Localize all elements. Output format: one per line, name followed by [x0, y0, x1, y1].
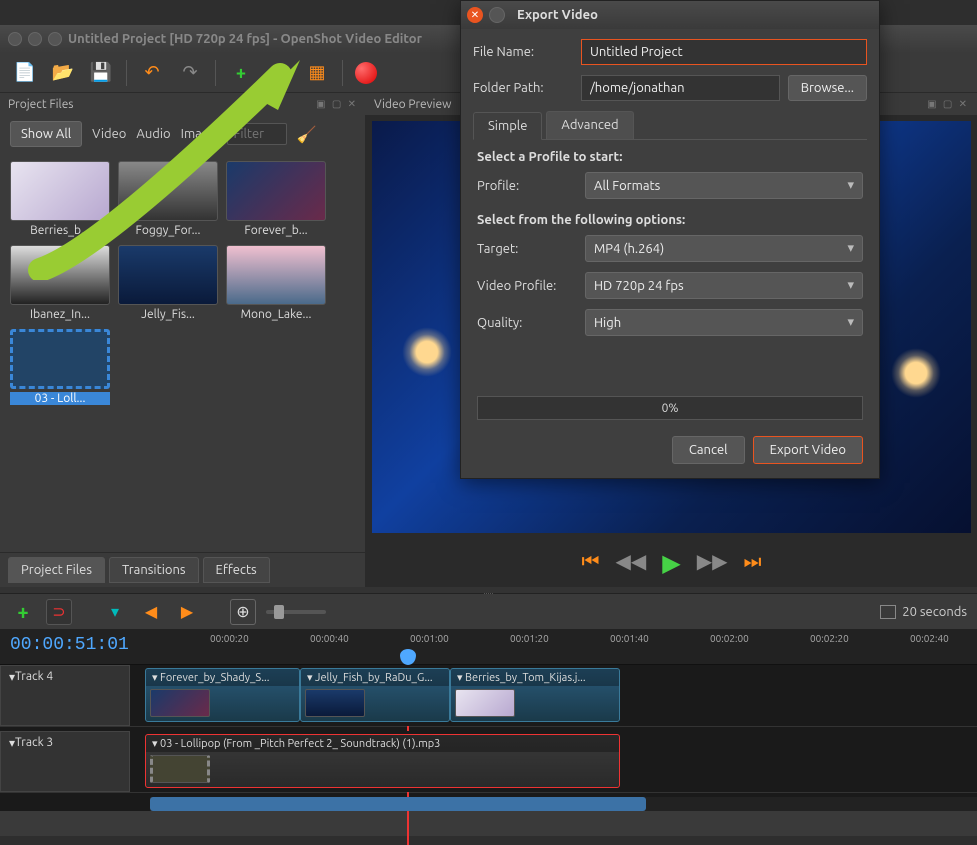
timeline-toolbar: + ⊃ ▾ ◀ ▶ ⊕ 20 seconds: [0, 593, 977, 629]
jump-start-icon[interactable]: ⏮: [582, 549, 600, 577]
tab-transitions[interactable]: Transitions: [109, 557, 199, 583]
track-row: ▾ Track 3 ▾ 03 - Lollipop (From _Pitch P…: [0, 731, 977, 793]
file-name-label: File Name:: [473, 45, 573, 59]
filter-input[interactable]: [227, 123, 287, 145]
playhead[interactable]: [400, 649, 416, 665]
marker-dropdown-icon[interactable]: ▾: [102, 599, 128, 625]
video-clip[interactable]: ▾ Forever_by_Shady_S...: [145, 668, 300, 722]
close-icon[interactable]: ✕: [467, 7, 483, 23]
project-thumbnail[interactable]: 03 - Loll...: [10, 329, 110, 405]
tab-advanced[interactable]: Advanced: [546, 111, 633, 139]
timecode: 00:00:51:01: [10, 635, 129, 655]
project-thumbnail[interactable]: Ibanez_In...: [10, 245, 110, 321]
ruler-tick: 00:01:40: [610, 633, 649, 644]
tab-simple[interactable]: Simple: [473, 112, 542, 140]
timeline-tracks: ▾ Track 4 ▾ Forever_by_Shady_S... ▾ Jell…: [0, 665, 977, 811]
show-all-button[interactable]: Show All: [10, 121, 82, 147]
project-thumbnail[interactable]: Forever_b...: [226, 161, 326, 237]
export-progress: 0%: [477, 396, 863, 420]
quality-label: Quality:: [477, 316, 577, 330]
video-filter[interactable]: Video: [92, 127, 126, 141]
project-thumbnail[interactable]: Jelly_Fis...: [118, 245, 218, 321]
profile-section-header: Select a Profile to start:: [477, 150, 863, 164]
quality-select[interactable]: High: [585, 309, 863, 336]
ruler-tick: 00:02:20: [810, 633, 849, 644]
file-name-input[interactable]: [581, 39, 867, 65]
track-header[interactable]: ▾ Track 4: [0, 665, 130, 726]
panel-controls-icon[interactable]: ▣ ▢ ✕: [927, 98, 969, 110]
minimize-icon[interactable]: [28, 32, 42, 46]
project-thumbnail[interactable]: Berries_b...: [10, 161, 110, 237]
ruler-tick: 00:01:20: [510, 633, 549, 644]
project-files-header: Project Files ▣ ▢ ✕: [0, 93, 366, 115]
open-project-icon[interactable]: 📂: [50, 60, 76, 86]
ruler-tick: 00:02:00: [710, 633, 749, 644]
options-section-header: Select from the following options:: [477, 213, 863, 227]
fast-forward-icon[interactable]: ▶▶: [697, 549, 728, 577]
close-icon[interactable]: [8, 32, 22, 46]
dialog-title: Export Video: [517, 8, 598, 22]
track-row: ▾ Track 4 ▾ Forever_by_Shady_S... ▾ Jell…: [0, 665, 977, 727]
zoom-slider[interactable]: [266, 610, 326, 614]
profile-label: Profile:: [477, 179, 577, 193]
ruler-tick: 00:00:20: [210, 633, 249, 644]
undo-icon[interactable]: ↶: [139, 60, 165, 86]
fullscreen-icon[interactable]: ▦: [304, 60, 330, 86]
track-header[interactable]: ▾ Track 3: [0, 731, 130, 792]
export-dialog: ✕ Export Video File Name: Folder Path: B…: [460, 0, 880, 479]
panel-controls-icon[interactable]: ▣ ▢ ✕: [316, 98, 358, 110]
new-project-icon[interactable]: 📄: [12, 60, 38, 86]
export-icon[interactable]: [355, 62, 377, 84]
project-files-title: Project Files: [8, 98, 74, 111]
tab-effects[interactable]: Effects: [203, 557, 270, 583]
next-marker-icon[interactable]: ▶: [174, 599, 200, 625]
clear-filter-icon[interactable]: 🧹: [297, 125, 317, 144]
ruler-tick: 00:00:40: [310, 633, 349, 644]
prev-marker-icon[interactable]: ◀: [138, 599, 164, 625]
cancel-button[interactable]: Cancel: [672, 436, 745, 464]
target-select[interactable]: MP4 (h.264): [585, 235, 863, 262]
video-profile-label: Video Profile:: [477, 279, 577, 293]
ruler-tick: 00:02:40: [910, 633, 949, 644]
play-icon[interactable]: ▶: [662, 549, 680, 577]
window-title: Untitled Project [HD 720p 24 fps] - Open…: [68, 32, 422, 46]
video-profile-select[interactable]: HD 720p 24 fps: [585, 272, 863, 299]
zoom-label: 20 seconds: [880, 605, 967, 619]
project-thumbnail[interactable]: Mono_Lake...: [226, 245, 326, 321]
thumbnail-grid: Berries_b...Foggy_For...Forever_b... Iban…: [0, 153, 365, 413]
timeline-ruler[interactable]: 00:00:51:01 00:00:20 00:00:40 00:01:00 00:0…: [0, 629, 977, 665]
tab-project-files[interactable]: Project Files: [8, 557, 105, 583]
audio-clip[interactable]: ▾ 03 - Lollipop (From _Pitch Perfect 2_ …: [145, 734, 620, 788]
snap-icon[interactable]: ⊃: [46, 599, 72, 625]
target-label: Target:: [477, 242, 577, 256]
ruler-tick: 00:01:00: [410, 633, 449, 644]
maximize-icon[interactable]: [48, 32, 62, 46]
jump-end-icon[interactable]: ⏭: [744, 549, 762, 577]
add-track-icon[interactable]: +: [10, 599, 36, 625]
profile-icon[interactable]: ▮: [266, 60, 292, 86]
save-project-icon[interactable]: 💾: [88, 60, 114, 86]
timeline-scrollbar[interactable]: [150, 797, 977, 811]
minimize-icon[interactable]: [489, 7, 505, 23]
project-files-panel: Show All Video Audio Image 🧹 Berries_b..…: [0, 115, 366, 587]
folder-path-label: Folder Path:: [473, 81, 573, 95]
browse-button[interactable]: Browse...: [788, 75, 867, 101]
dialog-titlebar[interactable]: ✕ Export Video: [461, 1, 879, 29]
profile-select[interactable]: All Formats: [585, 172, 863, 199]
redo-icon[interactable]: ↷: [177, 60, 203, 86]
video-clip[interactable]: ▾ Jelly_Fish_by_RaDu_G...: [300, 668, 450, 722]
zoom-box-icon: [880, 605, 896, 619]
center-playhead-icon[interactable]: ⊕: [230, 599, 256, 625]
playback-controls: ⏮ ◀◀ ▶ ▶▶ ⏭: [366, 539, 977, 587]
project-thumbnail[interactable]: Foggy_For...: [118, 161, 218, 237]
audio-filter[interactable]: Audio: [136, 127, 170, 141]
import-icon[interactable]: +: [228, 60, 254, 86]
rewind-icon[interactable]: ◀◀: [616, 549, 647, 577]
video-preview-title: Video Preview: [374, 98, 451, 111]
export-video-button[interactable]: Export Video: [753, 436, 863, 464]
image-filter[interactable]: Image: [181, 127, 217, 141]
folder-path-input[interactable]: [581, 75, 780, 101]
video-clip[interactable]: ▾ Berries_by_Tom_Kijas.j...: [450, 668, 620, 722]
